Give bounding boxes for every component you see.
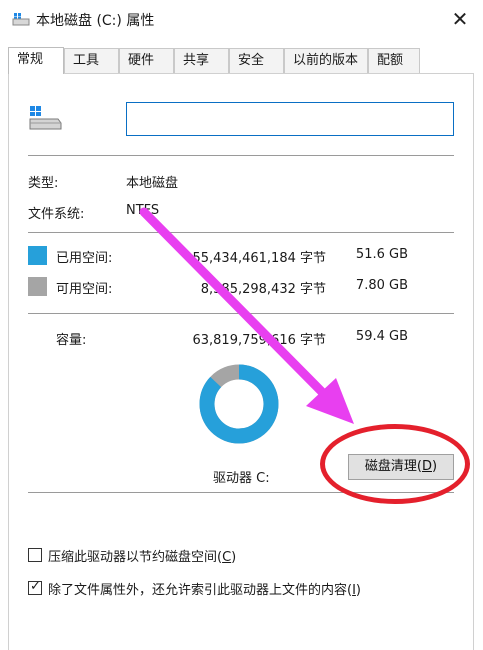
separator-mid (28, 232, 454, 233)
checkmark-icon: ✓ (30, 579, 41, 594)
highlight-ellipse (320, 424, 470, 504)
capacity-size: 59.4 GB (355, 329, 408, 344)
title-bar: 本地磁盘 (C:) 属性 ✕ (0, 0, 483, 38)
free-space-bytes: 8,385,298,432 字节 (200, 282, 326, 297)
tab-tools[interactable]: 工具 (64, 48, 119, 73)
tab-previous-versions[interactable]: 以前的版本 (284, 48, 368, 73)
index-checkbox[interactable]: ✓ (28, 579, 42, 595)
close-button[interactable]: ✕ (447, 6, 473, 32)
used-space-bytes: 55,434,461,184 字节 (192, 251, 326, 266)
window-title: 本地磁盘 (C:) 属性 (36, 13, 155, 29)
tab-sharing[interactable]: 共享 (174, 48, 229, 73)
file-system-value: NTFS (126, 203, 160, 218)
file-system-label: 文件系统: (28, 207, 85, 222)
free-space-swatch (28, 277, 47, 296)
index-label[interactable]: 除了文件属性外，还允许索引此驱动器上文件的内容(I) (48, 579, 361, 598)
type-label: 类型: (28, 176, 59, 191)
separator-top (28, 155, 454, 156)
drive-letter-label: 驱动器 C: (213, 471, 270, 486)
capacity-bytes: 63,819,759,616 字节 (192, 333, 326, 348)
separator-capacity (28, 313, 454, 314)
used-space-size: 51.6 GB (355, 247, 408, 262)
hard-drive-icon (29, 106, 62, 130)
usage-donut-chart (199, 364, 279, 444)
compress-checkbox[interactable] (28, 548, 42, 562)
type-value: 本地磁盘 (126, 176, 179, 191)
capacity-label: 容量: (56, 333, 87, 348)
free-space-label: 可用空间: (56, 282, 113, 297)
tab-hardware[interactable]: 硬件 (119, 48, 174, 73)
tab-security[interactable]: 安全 (229, 48, 284, 73)
drive-name-input[interactable] (126, 102, 454, 136)
compress-label[interactable]: 压缩此驱动器以节约磁盘空间(C) (48, 546, 236, 565)
used-space-swatch (28, 246, 47, 265)
close-icon: ✕ (451, 7, 469, 31)
tab-quota[interactable]: 配额 (368, 48, 420, 73)
used-space-label: 已用空间: (56, 251, 113, 266)
free-space-size: 7.80 GB (355, 278, 408, 293)
drive-icon (12, 13, 30, 26)
tab-general[interactable]: 常规 (8, 47, 64, 74)
